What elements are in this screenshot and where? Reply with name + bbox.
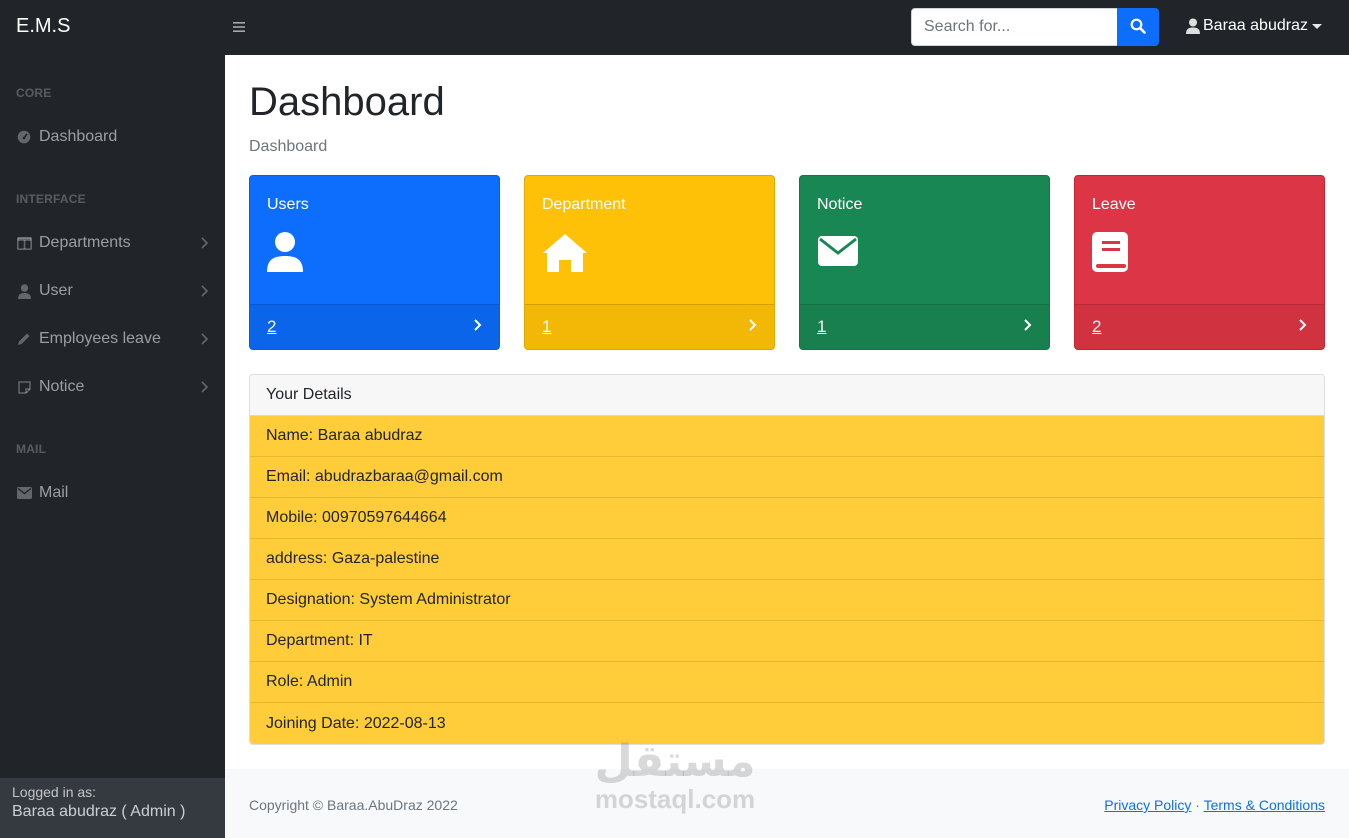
detail-row-joining-date: Joining Date: 2022-08-13	[250, 703, 1324, 744]
chevron-right-icon	[199, 284, 209, 298]
tachometer-icon	[16, 129, 32, 145]
sidebar-heading-mail: MAIL	[16, 442, 47, 456]
user-details-card: Your Details Name: Baraa abudraz Email: …	[249, 374, 1325, 745]
footer-links: Privacy Policy · Terms & Conditions	[1104, 797, 1325, 813]
department-card-link[interactable]: 1	[525, 304, 774, 349]
pencil-icon	[16, 331, 32, 347]
leave-card: Leave 2	[1074, 175, 1325, 350]
search-group	[911, 8, 1159, 46]
sidebar-heading-core: CORE	[16, 86, 52, 100]
page-footer: Copyright © Baraa.AbuDraz 2022 Privacy P…	[225, 769, 1349, 838]
chevron-right-icon	[1022, 318, 1032, 337]
sidebar-item-departments[interactable]: Departments	[0, 223, 225, 263]
card-title: Users	[267, 196, 309, 213]
user-dropdown[interactable]: Baraa abudraz	[1186, 17, 1322, 35]
sticky-note-icon	[16, 379, 32, 395]
user-icon	[267, 232, 303, 279]
search-button[interactable]	[1117, 8, 1159, 46]
search-icon	[1130, 18, 1146, 37]
chevron-right-icon	[199, 380, 209, 394]
detail-row-department: Department: IT	[250, 621, 1324, 662]
detail-row-mobile: Mobile: 00970597644664	[250, 498, 1324, 539]
card-count: 1	[817, 317, 827, 336]
page-title: Dashboard	[249, 80, 445, 124]
user-icon	[1186, 18, 1200, 34]
book-icon	[1092, 232, 1128, 279]
department-card: Department 1	[524, 175, 775, 350]
notice-card: Notice 1	[799, 175, 1050, 350]
users-card-link[interactable]: 2	[250, 304, 499, 349]
sidebar-item-label: Departments	[39, 234, 131, 251]
envelope-icon	[16, 485, 32, 501]
sidebar-item-label: Dashboard	[39, 128, 118, 145]
sidebar-item-dashboard[interactable]: Dashboard	[0, 117, 225, 157]
logged-in-label: Logged in as:	[12, 784, 97, 800]
chevron-right-icon	[747, 318, 757, 337]
link-separator: ·	[1195, 797, 1200, 813]
brand-logo[interactable]: E.M.S	[16, 15, 70, 38]
card-count: 2	[1092, 317, 1102, 336]
sidebar-item-employees-leave[interactable]: Employees leave	[0, 319, 225, 359]
detail-row-name: Name: Baraa abudraz	[250, 416, 1324, 457]
sidebar-item-label: Notice	[39, 378, 85, 395]
chevron-right-icon	[472, 318, 482, 337]
top-navbar: E.M.S Baraa abudraz	[0, 0, 1349, 55]
breadcrumb: Dashboard	[249, 138, 328, 155]
detail-row-address: address: Gaza-palestine	[250, 539, 1324, 580]
sidebar-heading-interface: INTERFACE	[16, 192, 86, 206]
envelope-icon	[817, 232, 859, 273]
card-count: 2	[267, 317, 277, 336]
sidebar: CORE Dashboard INTERFACE Departments Use…	[0, 55, 225, 838]
card-count: 1	[542, 317, 552, 336]
sidebar-toggle-icon[interactable]	[233, 17, 247, 37]
sidebar-item-user[interactable]: User	[0, 271, 225, 311]
leave-card-link[interactable]: 2	[1075, 304, 1324, 349]
user-icon	[16, 283, 32, 299]
card-title: Department	[542, 196, 626, 213]
sidebar-item-label: Employees leave	[39, 330, 161, 347]
detail-row-email: Email: abudrazbaraa@gmail.com	[250, 457, 1324, 498]
card-title: Notice	[817, 196, 863, 213]
sidebar-item-notice[interactable]: Notice	[0, 367, 225, 407]
copyright-text: Copyright © Baraa.AbuDraz 2022	[249, 797, 458, 813]
details-header: Your Details	[250, 375, 1324, 416]
detail-row-designation: Designation: System Administrator	[250, 580, 1324, 621]
sidebar-item-mail[interactable]: Mail	[0, 473, 225, 513]
user-name: Baraa abudraz	[1203, 17, 1308, 34]
chevron-right-icon	[1297, 318, 1307, 337]
sidebar-item-label: Mail	[39, 484, 69, 501]
chevron-right-icon	[199, 236, 209, 250]
search-input[interactable]	[911, 8, 1117, 46]
logged-in-user: Baraa abudraz ( Admin )	[12, 803, 186, 820]
columns-icon	[16, 235, 32, 251]
terms-link[interactable]: Terms & Conditions	[1204, 797, 1325, 813]
notice-card-link[interactable]: 1	[800, 304, 1049, 349]
users-card: Users 2	[249, 175, 500, 350]
sidebar-footer: Logged in as: Baraa abudraz ( Admin )	[0, 778, 225, 838]
home-icon	[542, 232, 588, 279]
caret-down-icon	[1311, 24, 1322, 29]
card-title: Leave	[1092, 196, 1136, 213]
sidebar-item-label: User	[39, 282, 73, 299]
chevron-right-icon	[199, 332, 209, 346]
privacy-policy-link[interactable]: Privacy Policy	[1104, 797, 1191, 813]
detail-row-role: Role: Admin	[250, 662, 1324, 703]
